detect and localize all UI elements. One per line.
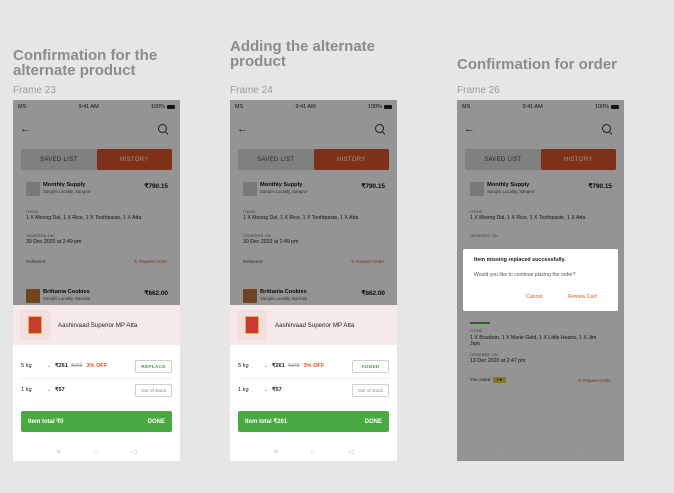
variant-discount: 3% OFF	[303, 363, 325, 369]
variant-row: 1 kg ⌄ ₹57 Out of stock	[21, 383, 172, 397]
variant-mrp: ₹270	[287, 363, 300, 369]
done-button[interactable]: DONE	[365, 419, 382, 425]
variant-weight: 5 kg	[21, 363, 32, 369]
divider	[238, 378, 389, 379]
cancel-button[interactable]: Cancel	[526, 294, 543, 300]
phone-frame-23: MS 9:41 AM 100% ← SAVED LIST HISTORY Mon…	[13, 100, 180, 461]
phone-frame-26: MS 9:41 AM 100% ← SAVED LIST HISTORY Mon…	[457, 100, 624, 461]
variant-price: ₹261	[55, 363, 68, 369]
atta-pack-image	[237, 310, 267, 340]
item-total-bar: Item total ₹261 DONE	[238, 411, 389, 432]
android-nav: ≡ ○ ◁	[457, 443, 624, 461]
frame-label-3: Frame 26	[457, 85, 500, 96]
variant-row: 1 kg ⌄ ₹57 Out of stock	[238, 383, 389, 397]
item-total-bar: Item total ₹0 DONE	[21, 411, 172, 432]
chevron-down-icon[interactable]: ⌄	[264, 387, 272, 393]
back-icon[interactable]: ◁	[575, 448, 580, 456]
variant-weight: 5 kg	[238, 363, 249, 369]
menu-icon[interactable]: ≡	[501, 449, 505, 456]
added-button[interactable]: ADDED	[352, 359, 389, 373]
variant-price: ₹57	[55, 387, 65, 393]
chevron-down-icon[interactable]: ⌄	[47, 387, 55, 393]
item-total: Item total ₹0	[28, 419, 64, 425]
variant-weight: 1 kg	[21, 387, 32, 393]
home-icon[interactable]: ○	[538, 449, 542, 456]
variant-price: ₹261	[272, 363, 285, 369]
variant-weight: 1 kg	[238, 387, 249, 393]
back-icon[interactable]: ◁	[348, 448, 353, 456]
alternate-product-sheet: Aashirvaad Superior MP Atta 5 kg ⌄ ₹261 …	[230, 305, 397, 461]
chevron-down-icon[interactable]: ⌄	[264, 363, 272, 369]
review-cart-button[interactable]: Review Cart	[568, 294, 597, 300]
home-icon[interactable]: ○	[311, 449, 315, 456]
alternate-product-sheet: Aashirvaad Superior MP Atta 5 kg ⌄ ₹261 …	[13, 305, 180, 461]
menu-icon[interactable]: ≡	[274, 449, 278, 456]
product-header: Aashirvaad Superior MP Atta	[230, 305, 397, 345]
variant-price: ₹57	[272, 387, 282, 393]
variant-mrp: ₹270	[70, 363, 83, 369]
column-title-1: Confirmation for the alternate product	[13, 47, 158, 79]
out-of-stock-badge: Out of stock	[352, 383, 389, 397]
dialog-title: Item missing replaced successfully.	[474, 257, 566, 263]
done-button[interactable]: DONE	[148, 419, 165, 425]
confirmation-dialog: Item missing replaced successfully. Woul…	[463, 249, 618, 311]
product-name: Aashirvaad Superior MP Atta	[275, 321, 355, 329]
replace-button[interactable]: REPLACE	[135, 359, 172, 373]
chevron-down-icon[interactable]: ⌄	[47, 363, 55, 369]
menu-icon[interactable]: ≡	[57, 449, 61, 456]
frame-label-2: Frame 24	[230, 85, 273, 96]
column-title-2: Adding the alternate product	[230, 38, 376, 70]
column-title-3: Confirmation for order	[457, 56, 617, 73]
out-of-stock-badge: Out of stock	[135, 383, 172, 397]
variant-row: 5 kg ⌄ ₹261 ₹270 3% OFF REPLACE	[21, 359, 172, 373]
product-name: Aashirvaad Superior MP Atta	[58, 321, 138, 329]
divider	[21, 378, 172, 379]
product-header: Aashirvaad Superior MP Atta	[13, 305, 180, 345]
phone-frame-24: MS 9:41 AM 100% ← SAVED LIST HISTORY Mon…	[230, 100, 397, 461]
android-nav: ≡ ○ ◁	[13, 443, 180, 461]
item-total: Item total ₹261	[245, 419, 288, 425]
frame-label-1: Frame 23	[13, 85, 56, 96]
dialog-question: Would you like to continue placing the o…	[474, 272, 576, 278]
home-icon[interactable]: ○	[94, 449, 98, 456]
variant-row: 5 kg ⌄ ₹261 ₹270 3% OFF ADDED	[238, 359, 389, 373]
atta-pack-image	[20, 310, 50, 340]
variant-discount: 3% OFF	[86, 363, 108, 369]
back-icon[interactable]: ◁	[131, 448, 136, 456]
android-nav: ≡ ○ ◁	[230, 443, 397, 461]
